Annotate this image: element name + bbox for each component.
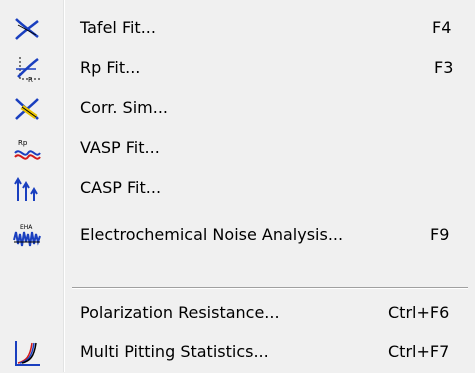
menu-item-polarization-resistance[interactable]: Polarization Resistance... Ctrl+F6 [0, 294, 475, 334]
electrochemical-noise-icon: EHA [12, 222, 42, 250]
menu-item-vasp-fit[interactable]: Rp VASP Fit... [0, 129, 475, 169]
corr-sim-icon [12, 95, 42, 123]
menu-item-label: Tafel Fit... [80, 18, 156, 37]
multi-pitting-icon [12, 339, 42, 367]
menu-item-label: Multi Pitting Statistics... [80, 342, 269, 361]
menu-item-label: CASP Fit... [80, 178, 162, 197]
menu-item-label: Rp Fit... [80, 58, 141, 77]
menu-item-casp-fit[interactable]: CASP Fit... [0, 169, 475, 209]
svg-text:R: R [28, 76, 33, 83]
menu-item-tafel-fit[interactable]: Tafel Fit... F4 [0, 9, 475, 49]
menu-item-label: Polarization Resistance... [80, 303, 280, 322]
rp-fit-icon: R [12, 55, 42, 84]
casp-fit-icon [12, 175, 42, 203]
svg-text:Rp: Rp [18, 139, 28, 147]
menu-item-corr-sim[interactable]: Corr. Sim... [0, 89, 475, 129]
menu-separator [72, 287, 468, 289]
menu-item-shortcut: Ctrl+F6 [388, 303, 450, 322]
menu-item-electrochemical-noise-analysis[interactable]: EHA Electrochemical Noise Analysis... F9 [0, 216, 475, 256]
vasp-fit-icon: Rp [12, 135, 42, 163]
menu-item-multi-pitting-statistics[interactable]: Multi Pitting Statistics... Ctrl+F7 [0, 333, 475, 373]
menu-item-shortcut: F4 [432, 18, 452, 37]
tafel-fit-icon [12, 15, 42, 43]
menu-item-shortcut: F3 [434, 58, 454, 77]
menu-item-label: Electrochemical Noise Analysis... [80, 225, 344, 244]
analysis-context-menu: Tafel Fit... F4 R Rp Fit... F3 Corr. Sim… [0, 0, 475, 372]
menu-item-shortcut: Ctrl+F7 [388, 342, 450, 361]
menu-item-rp-fit[interactable]: R Rp Fit... F3 [0, 49, 475, 89]
separator-highlight [72, 288, 468, 289]
svg-text:EHA: EHA [20, 224, 33, 231]
menu-item-shortcut: F9 [430, 225, 450, 244]
menu-item-label: VASP Fit... [80, 138, 160, 157]
menu-item-label: Corr. Sim... [80, 98, 168, 117]
